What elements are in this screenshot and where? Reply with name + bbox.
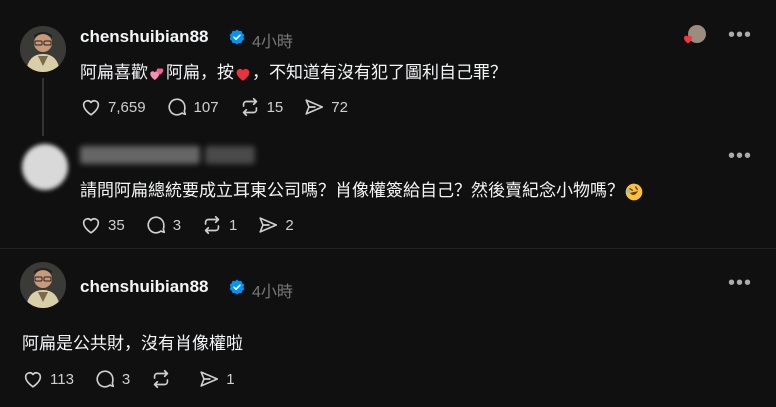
repost-button[interactable]: 1 — [201, 214, 237, 236]
more-icon[interactable]: ••• — [728, 272, 752, 295]
share-icon — [259, 217, 278, 233]
repost-count: 15 — [266, 98, 284, 116]
two-hearts-icon — [150, 67, 164, 80]
like-button[interactable]: 7,659 — [80, 96, 146, 118]
post-actions: 7,659 107 15 72 — [80, 96, 368, 118]
more-icon[interactable]: ••• — [728, 145, 752, 168]
comment-button[interactable]: 107 — [166, 96, 219, 118]
share-button[interactable]: 72 — [303, 96, 348, 118]
heart-icon — [82, 218, 100, 234]
comment-button[interactable]: 3 — [145, 214, 181, 236]
post-text: 阿扁喜歡 阿扁，按 ，不知道有沒有犯了圖利自己罪？ — [80, 63, 507, 82]
avatar-blurred[interactable] — [22, 144, 68, 190]
comment-count: 107 — [193, 98, 219, 116]
heart-icon — [24, 372, 42, 388]
share-count: 1 — [226, 370, 235, 388]
share-icon — [305, 99, 324, 115]
repost-count: 1 — [229, 216, 238, 234]
timestamp-blurred — [205, 146, 255, 164]
username[interactable]: chenshuibian88 — [80, 277, 208, 297]
username[interactable]: chenshuibian88 — [80, 27, 208, 47]
post-2: ••• 請問阿扁總統要成立耳東公司嗎？肖像權簽給自己？然後賣紀念小物嗎？ 35 … — [0, 136, 776, 246]
comment-icon — [147, 216, 165, 234]
post-text: 阿扁是公共財，沒有肖像權啦 — [22, 334, 243, 353]
rolling-laughing-face-icon — [625, 183, 643, 200]
heart-icon — [684, 35, 692, 44]
timestamp: 4小時 — [252, 284, 293, 301]
comment-icon — [167, 98, 186, 116]
repost-button[interactable]: 15 — [239, 96, 284, 118]
liked-by-author-indicator — [682, 25, 708, 47]
post-3: chenshuibian88 4小時 ••• 阿扁是公共財，沒有肖像權啦 113… — [0, 249, 776, 407]
share-icon — [200, 371, 219, 387]
like-button[interactable]: 113 — [22, 368, 74, 390]
comment-count: 3 — [172, 216, 182, 234]
like-count: 7,659 — [108, 98, 146, 116]
share-count: 2 — [285, 216, 294, 234]
like-button[interactable]: 35 — [80, 214, 125, 236]
more-icon[interactable]: ••• — [728, 24, 752, 47]
share-button[interactable]: 2 — [257, 214, 294, 236]
post-1: chenshuibian88 4小時 ••• 阿扁喜歡 阿扁，按 ，不知道有沒有犯了… — [0, 0, 776, 135]
timestamp: 4小時 — [252, 34, 293, 51]
repost-icon — [204, 215, 220, 235]
verified-badge-icon — [229, 29, 245, 45]
comment-icon — [96, 370, 114, 388]
heart-icon — [82, 100, 100, 116]
avatar[interactable] — [20, 26, 66, 72]
verified-badge-icon — [229, 279, 245, 295]
post-actions: 113 3 1 — [22, 368, 255, 390]
comment-count: 3 — [121, 370, 131, 388]
repost-icon — [154, 369, 169, 389]
share-count: 72 — [331, 98, 348, 116]
like-count: 35 — [108, 216, 125, 234]
like-count: 113 — [50, 370, 74, 388]
repost-icon — [242, 97, 257, 117]
avatar[interactable] — [20, 262, 66, 308]
repost-button[interactable] — [150, 368, 178, 390]
share-button[interactable]: 1 — [198, 368, 235, 390]
red-heart-icon — [236, 68, 250, 81]
username-blurred[interactable] — [80, 146, 200, 164]
comment-button[interactable]: 3 — [94, 368, 130, 390]
post-actions: 35 3 1 2 — [80, 214, 314, 236]
post-text: 請問阿扁總統要成立耳東公司嗎？肖像權簽給自己？然後賣紀念小物嗎？ — [80, 176, 644, 202]
